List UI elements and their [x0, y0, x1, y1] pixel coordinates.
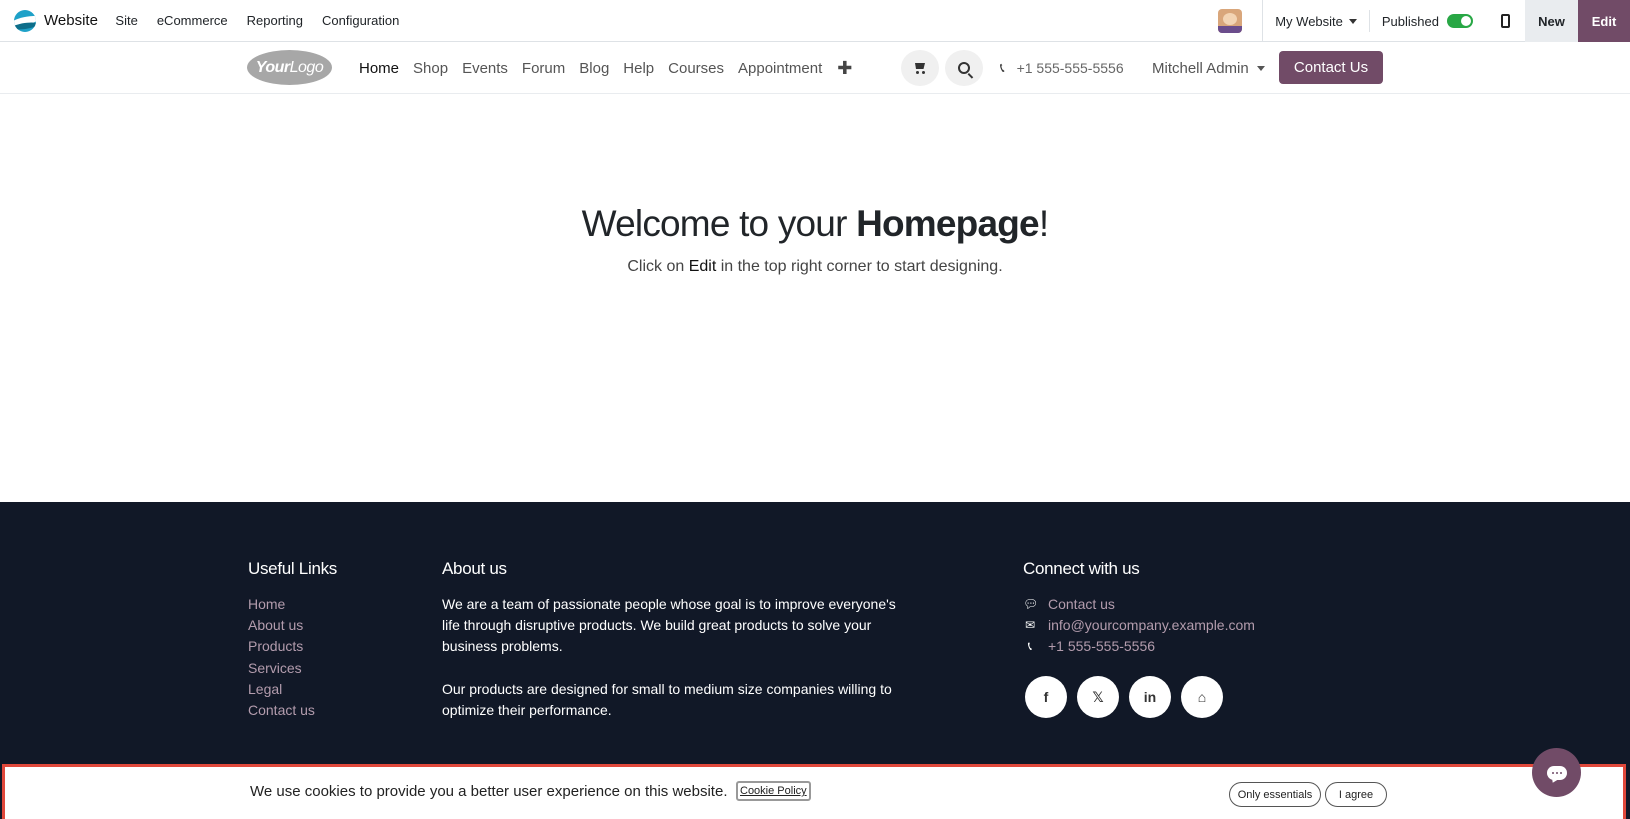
admin-menu-ecommerce[interactable]: eCommerce: [147, 0, 237, 42]
cart-button[interactable]: [901, 50, 939, 86]
footer-link-legal[interactable]: Legal: [248, 679, 315, 700]
live-chat-button[interactable]: [1532, 748, 1581, 797]
connect-email[interactable]: ✉ info@yourcompany.example.com: [1023, 615, 1255, 636]
about-us-title: About us: [442, 559, 507, 578]
footer-link-home[interactable]: Home: [248, 594, 315, 615]
connect-list: 💬︎ Contact us ✉ info@yourcompany.example…: [1023, 594, 1255, 658]
main-nav: Home Shop Events Forum Blog Help Courses…: [352, 42, 860, 94]
hero-title-bold: Homepage: [856, 203, 1040, 244]
social-links: f 𝕏 in ⌂: [1025, 676, 1233, 718]
header-phone-number: +1 555-555-5556: [1016, 60, 1124, 76]
nav-events[interactable]: Events: [455, 60, 515, 77]
hero-title-pre: Welcome to your: [581, 203, 857, 244]
caret-down-icon: [1348, 18, 1357, 24]
admin-menu: Site eCommerce Reporting Configuration: [106, 0, 409, 42]
cookie-message: We use cookies to provide you a better u…: [250, 783, 728, 800]
chat-icon: [1546, 765, 1567, 780]
mobile-preview-button[interactable]: [1485, 0, 1525, 42]
connect-email-label: info@yourcompany.example.com: [1048, 617, 1255, 634]
x-twitter-icon[interactable]: 𝕏: [1077, 676, 1119, 718]
logo-text-bold: Your: [255, 58, 290, 76]
website-header: Your Logo Home Shop Events Forum Blog Hel…: [0, 42, 1630, 94]
search-button[interactable]: [945, 50, 983, 86]
useful-links-title: Useful Links: [248, 559, 337, 578]
nav-shop[interactable]: Shop: [406, 60, 455, 77]
cookie-policy-link[interactable]: Cookie Policy: [736, 781, 811, 801]
nav-courses[interactable]: Courses: [661, 60, 731, 77]
footer-link-products[interactable]: Products: [248, 636, 315, 657]
only-essentials-button[interactable]: Only essentials: [1229, 782, 1321, 807]
connect-phone-label: +1 555-555-5556: [1048, 638, 1156, 655]
nav-home[interactable]: Home: [352, 60, 406, 77]
website-app-brand[interactable]: Website: [0, 0, 98, 42]
connect-title: Connect with us: [1023, 559, 1140, 578]
header-phone[interactable]: 📞︎ +1 555-555-5556: [1000, 42, 1124, 94]
admin-menu-site[interactable]: Site: [106, 0, 147, 42]
home-icon[interactable]: ⌂: [1181, 676, 1223, 718]
facebook-icon[interactable]: f: [1025, 676, 1067, 718]
hero-sub-pre: Click on: [627, 258, 689, 275]
caret-down-icon: [1256, 65, 1265, 71]
user-menu[interactable]: Mitchell Admin: [1152, 42, 1265, 94]
website-selector-label: My Website: [1275, 13, 1343, 29]
hero-subtitle: Click on Edit in the top right corner to…: [0, 258, 1630, 276]
admin-menu-configuration[interactable]: Configuration: [313, 0, 409, 42]
published-label: Published: [1381, 13, 1439, 29]
add-menu-icon[interactable]: ✚: [829, 58, 860, 79]
cart-icon: [913, 62, 927, 74]
edit-button[interactable]: Edit: [1578, 0, 1630, 42]
user-avatar[interactable]: [1218, 9, 1243, 33]
admin-menu-reporting[interactable]: Reporting: [237, 0, 312, 42]
hero-title: Welcome to your Homepage!: [0, 203, 1630, 245]
admin-bar: Website Site eCommerce Reporting Configu…: [0, 0, 1630, 42]
nav-help[interactable]: Help: [616, 60, 661, 77]
user-name: Mitchell Admin: [1152, 59, 1249, 77]
nav-appointment[interactable]: Appointment: [731, 60, 829, 77]
search-icon: [958, 62, 970, 74]
nav-forum[interactable]: Forum: [515, 60, 572, 77]
cookie-consent-bar: We use cookies to provide you a better u…: [2, 764, 1626, 819]
odoo-website-app-icon: [14, 9, 36, 32]
about-paragraph-1: We are a team of passionate people whose…: [442, 596, 896, 655]
admin-right-controls: My Website Published New Edit: [1218, 0, 1630, 42]
connect-phone[interactable]: 📞︎ +1 555-555-5556: [1023, 636, 1255, 657]
website-selector[interactable]: My Website: [1263, 14, 1369, 29]
hero-sub-post: in the top right corner to start designi…: [716, 258, 1003, 275]
hero-title-post: !: [1038, 203, 1049, 244]
linkedin-icon[interactable]: in: [1129, 676, 1171, 718]
useful-links-list: Home About us Products Services Legal Co…: [248, 594, 315, 721]
site-logo[interactable]: Your Logo: [247, 50, 332, 85]
published-control: Published: [1370, 14, 1485, 29]
connect-contact-label: Contact us: [1048, 596, 1115, 612]
published-toggle[interactable]: [1447, 14, 1473, 28]
app-name: Website: [44, 12, 98, 29]
about-paragraph-2: Our products are designed for small to m…: [442, 680, 892, 718]
hero-sub-bold: Edit: [688, 258, 717, 275]
logo-text-light: Logo: [289, 58, 324, 76]
about-us-text: We are a team of passionate people whose…: [442, 594, 902, 742]
new-button[interactable]: New: [1525, 0, 1578, 42]
phone-icon: 📞︎: [1000, 60, 1005, 75]
footer-link-contact-us[interactable]: Contact us: [248, 700, 315, 721]
footer-link-about-us[interactable]: About us: [248, 615, 315, 636]
i-agree-button[interactable]: I agree: [1325, 782, 1387, 807]
mobile-icon: [1500, 14, 1510, 28]
nav-blog[interactable]: Blog: [572, 60, 616, 77]
envelope-icon: ✉: [1024, 618, 1036, 633]
contact-us-button[interactable]: Contact Us: [1279, 51, 1383, 84]
connect-contact[interactable]: 💬︎ Contact us: [1023, 594, 1255, 615]
phone-icon: 📞︎: [1027, 639, 1033, 654]
comment-icon: 💬︎: [1023, 597, 1039, 611]
footer-link-services[interactable]: Services: [248, 658, 315, 679]
